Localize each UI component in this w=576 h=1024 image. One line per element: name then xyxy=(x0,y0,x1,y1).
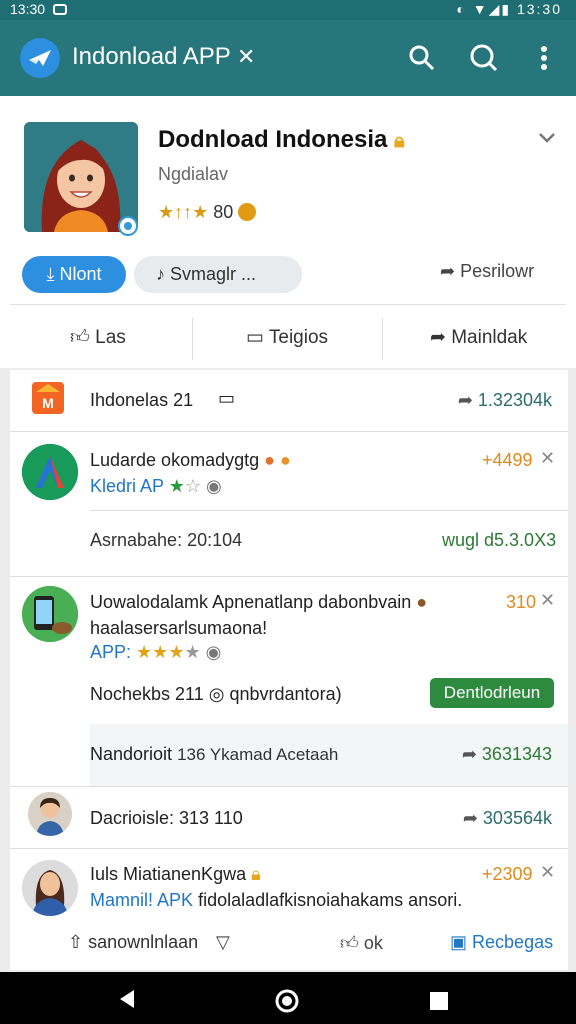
bookmark-icon[interactable]: ▽ xyxy=(216,932,230,953)
share-up-icon: ⇧ xyxy=(68,932,84,952)
close-icon[interactable]: ✕ xyxy=(540,862,555,883)
divider xyxy=(10,786,568,787)
report-button[interactable]: ➦ Pesrilowr xyxy=(440,261,534,282)
comment-icon: ▭ xyxy=(218,388,236,408)
status-bar: 13:30 ◐ ▼◢▮ 13:30 xyxy=(0,0,576,20)
download-action[interactable]: ⇧ sanownlnlaan xyxy=(68,932,198,953)
list-item-meta: Asrnabahe: 20:104 xyxy=(90,530,243,550)
verified-badge-icon xyxy=(118,216,138,236)
list-item-value: ➦ 1.32304k xyxy=(457,390,552,410)
star-icon: ★★★ xyxy=(136,642,185,662)
user-avatar xyxy=(28,792,72,836)
share-button[interactable]: ➦ Mainldak xyxy=(430,326,527,349)
share-arrow-icon: ➦ xyxy=(440,261,456,281)
back-icon[interactable] xyxy=(116,988,138,1010)
list-item-tag: Kledri AP ★☆ ◉ xyxy=(90,476,222,496)
at-icon: ◎ xyxy=(208,684,225,704)
app-bar: Indonload APP ✕ xyxy=(0,20,576,96)
search-icon-2[interactable] xyxy=(468,42,500,74)
emoji-icon: ● xyxy=(264,450,276,470)
emoji-icon: ● xyxy=(416,592,428,612)
system-nav-bar xyxy=(0,972,576,1024)
divider xyxy=(10,576,568,577)
thumbs-up-icon: 👍︎ xyxy=(340,933,359,953)
home-icon[interactable] xyxy=(274,988,300,1014)
app-avatar xyxy=(22,444,78,500)
list-item-delta: +4499 xyxy=(482,450,533,470)
user-avatar xyxy=(22,860,78,916)
share-arrow-icon: ➦ xyxy=(462,808,478,828)
more-vert-icon[interactable] xyxy=(528,42,560,74)
divider xyxy=(10,304,566,305)
share-arrow-icon: ➦ xyxy=(457,390,473,410)
similar-button[interactable]: ♪ Svmaglr ... xyxy=(134,256,302,293)
bookmark-filled-icon: ▣ xyxy=(450,932,468,952)
close-icon[interactable]: ✕ xyxy=(237,44,255,69)
list-item-delta: +2309 xyxy=(482,864,533,884)
app-title: Indonload APP ✕ xyxy=(72,43,256,70)
coin-icon xyxy=(238,203,257,221)
comment-icon: ▭ xyxy=(246,327,264,348)
signal-icon: ◐ ▼◢▮ xyxy=(456,1,512,17)
action-bar: 👍︎ Las ▭ Teigios ➦ Mainldak xyxy=(0,312,576,368)
feed-list: M Ihdonelas 21 ▭ ➦ 1.32304k Ludarde okom… xyxy=(10,370,568,970)
chevron-down-icon[interactable] xyxy=(538,132,556,144)
comment-button[interactable]: ▭ Teigios xyxy=(246,326,328,349)
close-icon[interactable]: ✕ xyxy=(540,590,555,611)
app-tile-icon: M xyxy=(32,382,64,414)
app-avatar xyxy=(22,586,78,642)
divider xyxy=(382,318,383,360)
list-item-value: ➦ 303564k xyxy=(462,808,552,828)
list-item-meta: Nochekbs 211 ◎ qnbvrdantora) xyxy=(90,684,342,704)
lock-icon: 🔒︎ xyxy=(394,130,405,152)
list-item-title: Ludarde okomadygtg ● ● xyxy=(90,450,291,470)
status-time-left: 13:30 xyxy=(10,1,46,17)
divider xyxy=(90,510,568,511)
divider xyxy=(10,431,568,432)
star-icons: ★↑↑★ xyxy=(158,202,209,222)
star-icon: ☆ xyxy=(184,476,202,496)
list-item-meta-value: wugl d5.3.0X3 xyxy=(442,530,557,550)
status-time-right: 13:30 xyxy=(516,1,562,17)
list-item-delta: 310 xyxy=(506,592,537,612)
app-logo-icon xyxy=(20,38,60,78)
list-item-meta: Nandorioit 136 Ykamad Acetaah xyxy=(90,744,339,764)
divider xyxy=(192,318,193,360)
list-item-value: ➦ 3631343 xyxy=(461,744,552,764)
search-icon[interactable] xyxy=(406,42,438,74)
share-arrow-icon: ➦ xyxy=(461,744,477,764)
lock-icon: 🔒︎ xyxy=(251,864,261,884)
app-title-heading: Dodnload Indonesia 🔒︎ xyxy=(158,126,405,153)
download-button[interactable]: Dentlodrleun xyxy=(430,678,554,708)
emoji-icon: ● xyxy=(280,450,291,470)
list-item-title: Dacrioisle: 313 110 xyxy=(90,808,243,828)
thumbs-up-icon: 👍︎ xyxy=(70,327,90,348)
list-item-title: Ihdonelas 21 xyxy=(90,390,194,410)
share-action[interactable]: ▣ Recbegas xyxy=(450,932,553,953)
like-action[interactable]: 👍︎ ok xyxy=(340,932,383,954)
share-arrow-icon: ➦ xyxy=(430,327,446,348)
list-item-title: Iuls MiatianenKgwa 🔒︎ xyxy=(90,864,261,884)
star-icon: ★ xyxy=(168,476,185,496)
list-item-title-2: haalasersarlsumaona! xyxy=(90,618,268,638)
info-icon: ◉ xyxy=(205,642,222,662)
list-item-sub: Mamnil! APK fidolaladlafkisnoiahakams an… xyxy=(90,890,463,910)
notification-icon xyxy=(53,4,68,15)
app-header-card: Dodnload Indonesia 🔒︎ Ngdialav ★↑↑★ 80 ⤓… xyxy=(0,96,576,368)
like-button[interactable]: 👍︎ Las xyxy=(70,326,126,349)
download-icon: ⤓ xyxy=(46,264,55,284)
divider xyxy=(10,848,568,849)
svg-text:M: M xyxy=(42,395,54,411)
music-icon: ♪ xyxy=(156,264,165,284)
rating: ★↑↑★ 80 xyxy=(158,202,257,223)
close-icon[interactable]: ✕ xyxy=(540,448,555,469)
app-avatar xyxy=(24,122,138,232)
list-item-tag: APP: ★★★★ ◉ xyxy=(90,642,222,662)
star-icon: ★ xyxy=(184,642,201,662)
recents-icon[interactable] xyxy=(428,990,450,1012)
list-item-title: Uowalodalamk Apnenatlanp dabonbvain ● xyxy=(90,592,428,612)
developer-name: Ngdialav xyxy=(158,164,229,184)
install-button[interactable]: ⤓ Nlont xyxy=(22,256,126,293)
info-icon: ◉ xyxy=(206,476,222,496)
